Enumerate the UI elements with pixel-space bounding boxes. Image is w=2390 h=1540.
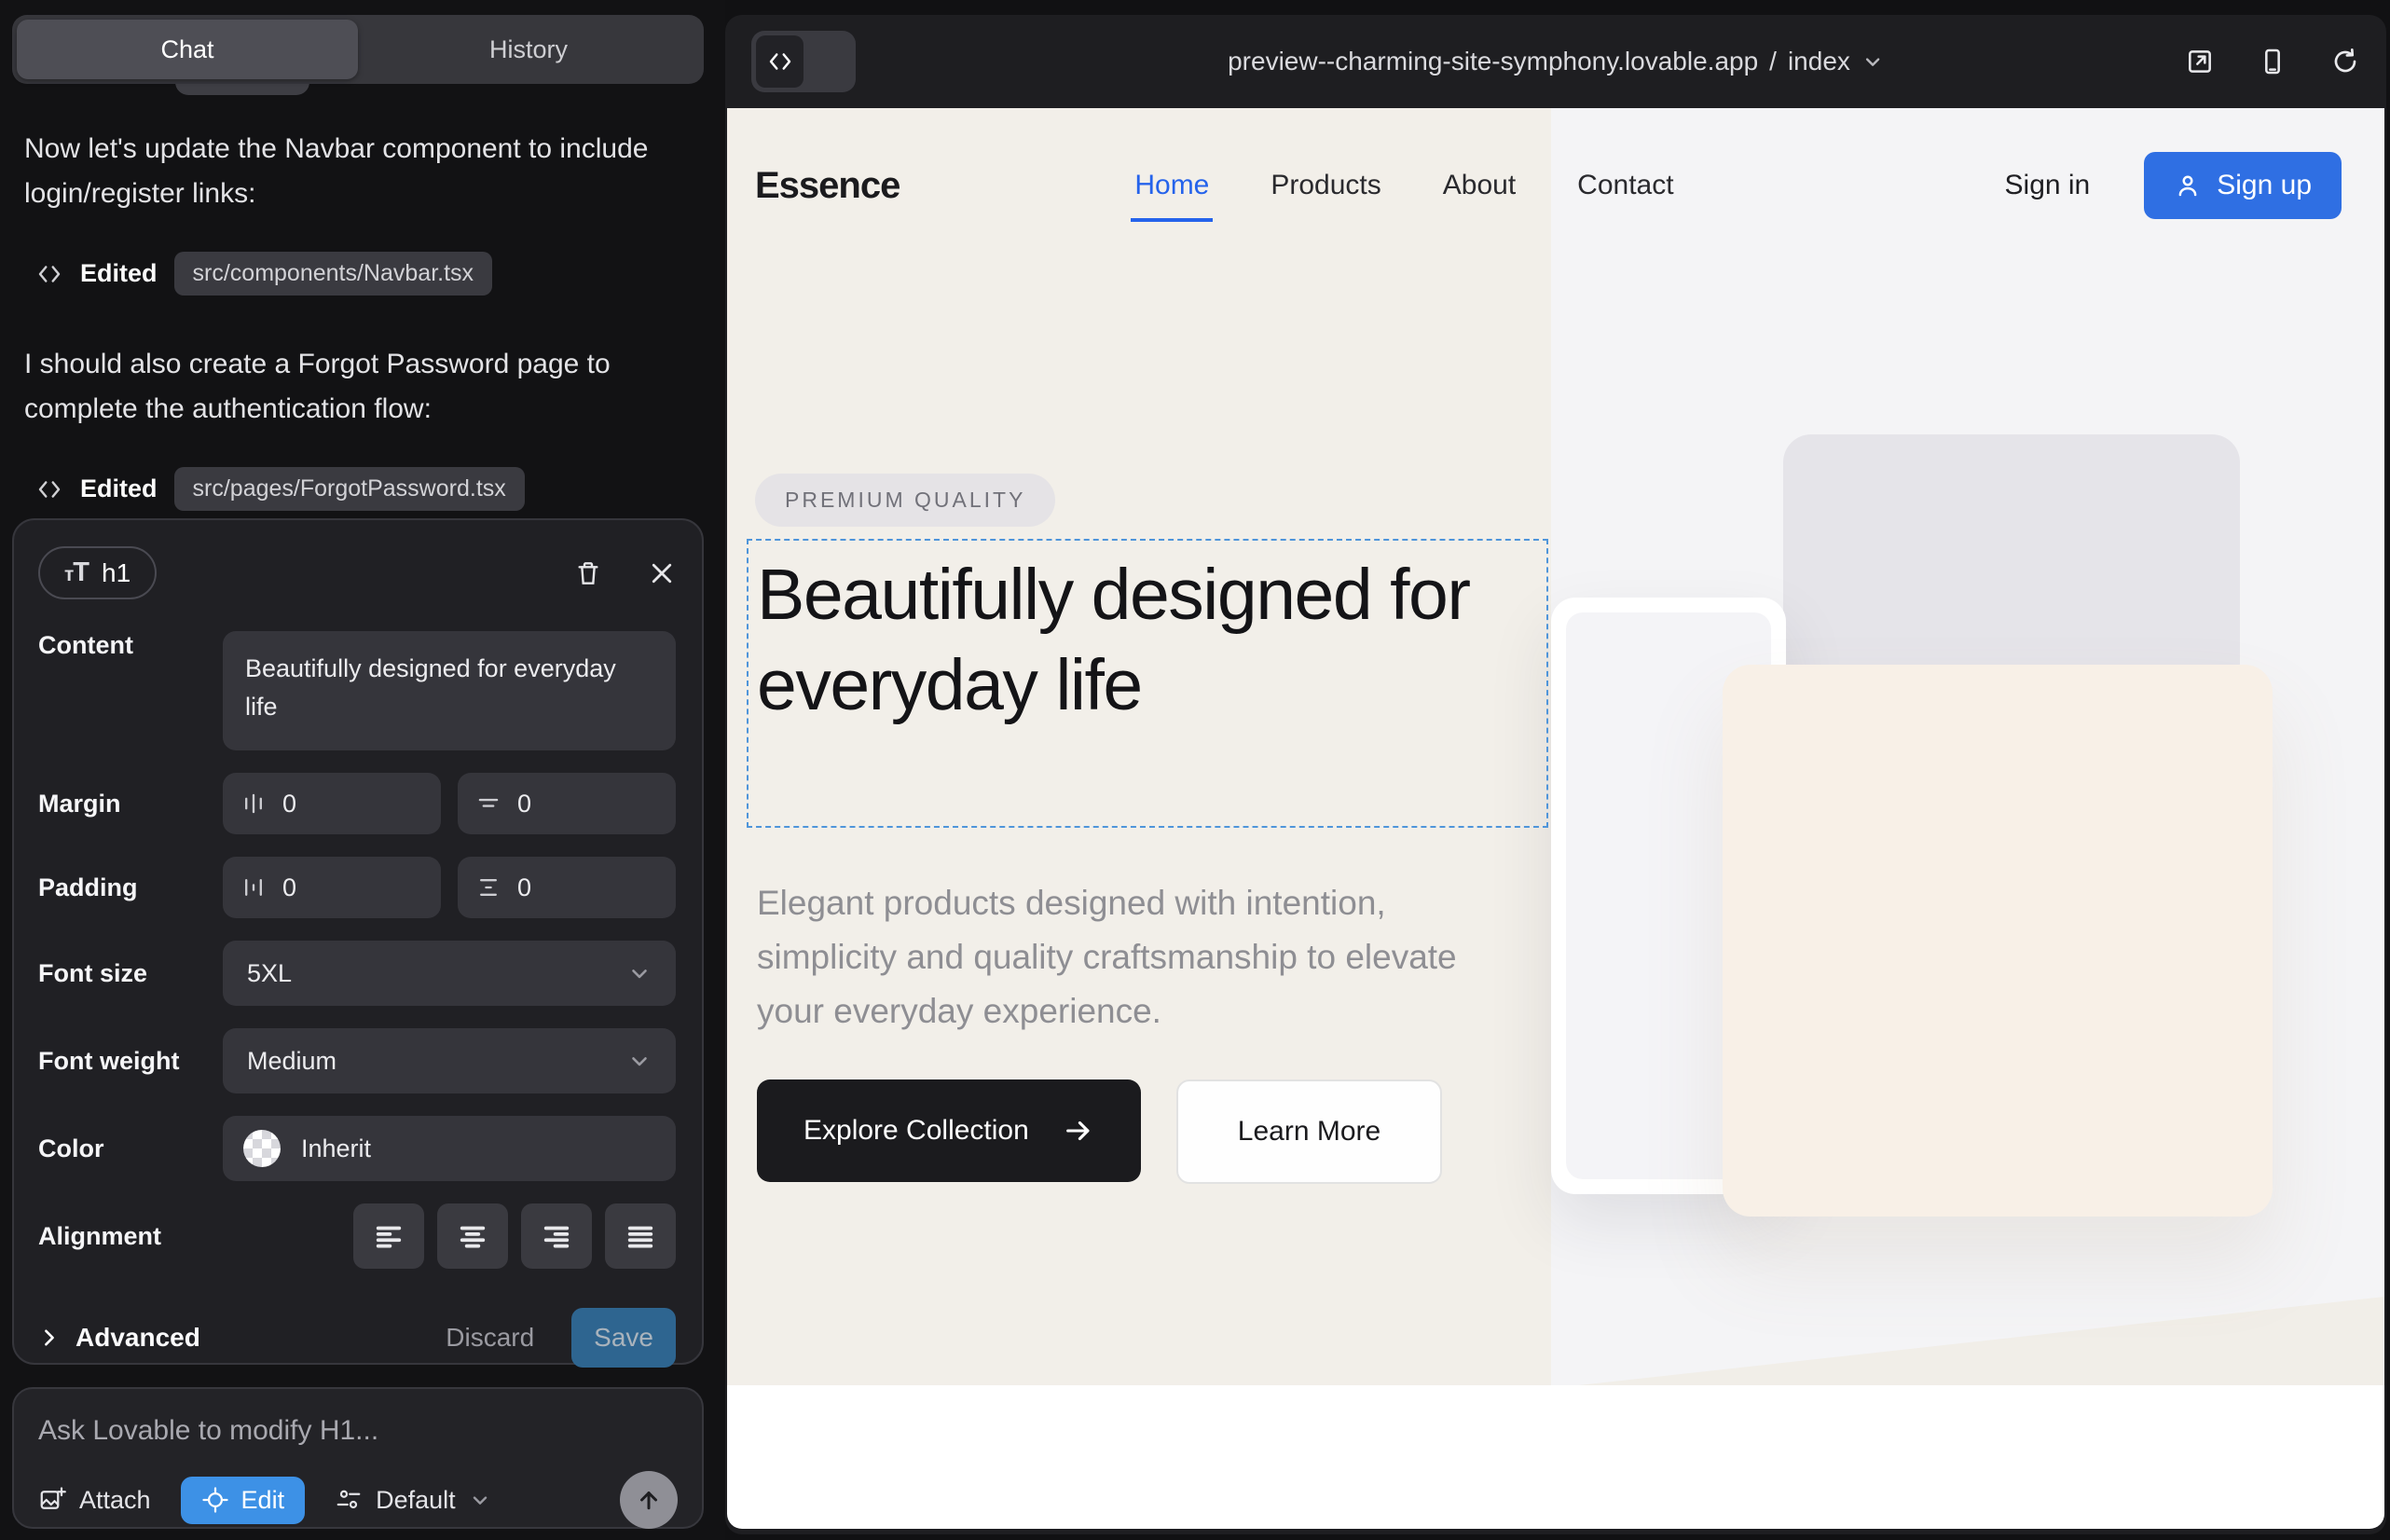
chevron-down-icon xyxy=(469,1489,491,1511)
url-bar[interactable]: preview--charming-site-symphony.lovable.… xyxy=(1228,47,1884,76)
sign-up-button[interactable]: Sign up xyxy=(2144,152,2342,219)
chat-history-tabbar: Chat History xyxy=(12,15,704,84)
sign-in-link[interactable]: Sign in xyxy=(2005,170,2091,201)
image-plus-icon xyxy=(38,1486,66,1514)
hero-card-cream xyxy=(1723,665,2273,1217)
chat-message: I should also create a Forgot Password p… xyxy=(24,342,705,432)
code-view-segment[interactable] xyxy=(756,35,804,88)
color-label: Color xyxy=(38,1134,223,1163)
route-name: index xyxy=(1788,47,1850,76)
explore-collection-button[interactable]: Explore Collection xyxy=(757,1079,1141,1182)
mode-select[interactable]: Default xyxy=(335,1486,491,1515)
file-path-badge[interactable]: src/pages/ForgotPassword.tsx xyxy=(174,467,525,511)
hero-wedge-decoration xyxy=(1579,1297,2384,1385)
sliders-icon xyxy=(335,1486,363,1514)
align-left-button[interactable] xyxy=(353,1203,424,1269)
typography-icon: ᴛT xyxy=(64,557,89,588)
site-nav-links: Home Products About Contact xyxy=(1134,170,1673,201)
selected-element-tag: h1 xyxy=(102,558,130,588)
align-right-button[interactable] xyxy=(521,1203,592,1269)
chat-message-list: Now let's update the Navbar component to… xyxy=(24,127,705,557)
site-viewport: Essence Home Products About Contact Sign… xyxy=(727,108,2384,1529)
align-center-button[interactable] xyxy=(437,1203,508,1269)
chat-message: Now let's update the Navbar component to… xyxy=(24,127,705,216)
arrow-right-icon xyxy=(1063,1115,1094,1147)
discard-button[interactable]: Discard xyxy=(446,1323,534,1353)
preview-view-segment[interactable] xyxy=(804,35,851,88)
margin-horizontal-icon xyxy=(241,791,266,816)
padding-vertical-icon xyxy=(476,875,501,900)
open-external-icon[interactable] xyxy=(2185,47,2215,76)
padding-y-input[interactable] xyxy=(458,857,676,918)
file-path-badge[interactable]: src/components/Navbar.tsx xyxy=(174,252,493,296)
learn-more-button[interactable]: Learn More xyxy=(1176,1079,1442,1184)
attach-button[interactable]: Attach xyxy=(38,1486,151,1515)
preview-browser: preview--charming-site-symphony.lovable.… xyxy=(725,15,2386,1534)
hero-cta-row: Explore Collection Learn More xyxy=(757,1079,1442,1184)
edit-mode-button[interactable]: Edit xyxy=(181,1477,306,1524)
font-size-select[interactable]: 5XL xyxy=(223,941,676,1006)
nav-link-products[interactable]: Products xyxy=(1271,170,1380,201)
code-icon xyxy=(35,475,63,503)
content-label: Content xyxy=(38,631,223,660)
margin-vertical-icon xyxy=(476,791,501,816)
mobile-view-icon[interactable] xyxy=(2258,47,2287,76)
site-logo[interactable]: Essence xyxy=(755,165,900,207)
chat-composer: Attach Edit Default xyxy=(12,1387,704,1529)
chevron-down-icon xyxy=(627,1049,652,1073)
hero-heading[interactable]: Beautifully designed for everyday life xyxy=(757,550,1540,731)
chevron-down-icon xyxy=(1861,50,1884,73)
hero-description: Elegant products designed with intention… xyxy=(757,876,1512,1038)
tab-history[interactable]: History xyxy=(358,20,699,79)
arrow-up-icon xyxy=(635,1486,663,1514)
chat-sidebar: Chat History · · Now let's update the Na… xyxy=(0,0,725,1540)
edited-file-row[interactable]: Edited src/pages/ForgotPassword.tsx xyxy=(35,467,705,511)
padding-label: Padding xyxy=(38,873,223,902)
target-icon xyxy=(201,1486,229,1514)
margin-y-input[interactable] xyxy=(458,773,676,834)
nav-link-home[interactable]: Home xyxy=(1134,170,1209,201)
font-weight-label: Font weight xyxy=(38,1047,223,1076)
url-separator: / xyxy=(1769,47,1777,76)
advanced-toggle[interactable]: Advanced xyxy=(38,1323,200,1353)
refresh-icon[interactable] xyxy=(2330,47,2360,76)
font-weight-select[interactable]: Medium xyxy=(223,1028,676,1093)
chevron-down-icon xyxy=(627,961,652,985)
edited-label: Edited xyxy=(80,259,158,288)
hero-section: Essence Home Products About Contact Sign… xyxy=(727,108,2384,1385)
element-editor-panel: ᴛT h1 Content Beautifully designed for e… xyxy=(12,518,704,1365)
browser-toolbar: preview--charming-site-symphony.lovable.… xyxy=(725,15,2386,108)
composer-input[interactable] xyxy=(38,1415,678,1447)
edited-file-row[interactable]: Edited src/components/Navbar.tsx xyxy=(35,252,705,296)
edited-label: Edited xyxy=(80,474,158,503)
save-button[interactable]: Save xyxy=(571,1308,676,1368)
lovable-app: Chat History · · Now let's update the Na… xyxy=(0,0,2390,1540)
selected-element-pill[interactable]: ᴛT h1 xyxy=(38,546,157,599)
color-select[interactable]: Inherit xyxy=(223,1116,676,1181)
close-icon[interactable] xyxy=(648,559,676,587)
nav-link-contact[interactable]: Contact xyxy=(1577,170,1673,201)
content-textarea[interactable]: Beautifully designed for everyday life xyxy=(223,631,676,750)
code-preview-toggle[interactable] xyxy=(751,31,856,92)
code-icon xyxy=(766,48,794,76)
color-swatch-transparent xyxy=(243,1130,281,1167)
margin-label: Margin xyxy=(38,790,223,818)
delete-element-icon[interactable] xyxy=(573,558,603,588)
align-justify-button[interactable] xyxy=(605,1203,676,1269)
font-size-label: Font size xyxy=(38,959,223,988)
alignment-label: Alignment xyxy=(38,1222,223,1251)
nav-link-about[interactable]: About xyxy=(1443,170,1516,201)
code-icon xyxy=(35,260,63,288)
user-icon xyxy=(2174,172,2202,199)
chevron-right-icon xyxy=(38,1327,61,1349)
margin-x-input[interactable] xyxy=(223,773,441,834)
send-button[interactable] xyxy=(620,1471,678,1529)
site-navbar: Essence Home Products About Contact Sign… xyxy=(727,108,2384,248)
premium-quality-badge: PREMIUM QUALITY xyxy=(755,474,1055,527)
tab-chat[interactable]: Chat xyxy=(17,20,358,79)
padding-x-input[interactable] xyxy=(223,857,441,918)
padding-horizontal-icon xyxy=(241,875,266,900)
preview-url: preview--charming-site-symphony.lovable.… xyxy=(1228,47,1758,76)
